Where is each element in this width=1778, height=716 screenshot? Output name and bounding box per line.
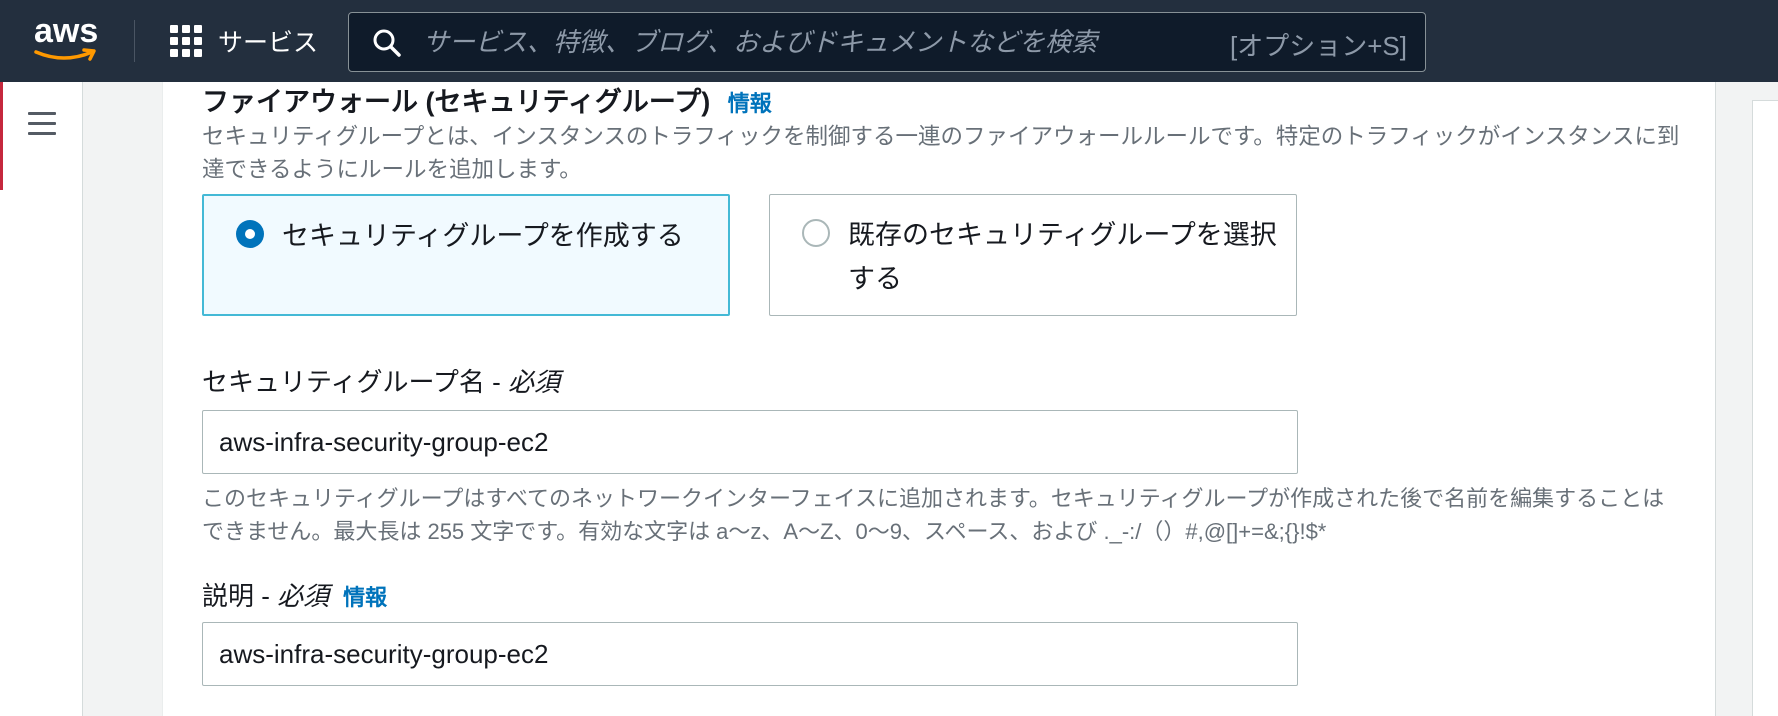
description-input[interactable] bbox=[202, 622, 1298, 686]
section-title: ファイアウォール (セキュリティグループ) 情報 bbox=[202, 80, 772, 119]
top-navigation-bar: aws サービス [オプション+S] bbox=[0, 0, 1778, 82]
nav-divider bbox=[134, 20, 135, 62]
global-search[interactable]: [オプション+S] bbox=[348, 12, 1426, 72]
services-menu-button[interactable]: サービス bbox=[170, 18, 318, 64]
search-icon bbox=[373, 29, 401, 57]
aws-logo-text: aws bbox=[34, 12, 99, 50]
section-description: セキュリティグループとは、インスタンスのトラフィックを制御する一連のファイアウォ… bbox=[202, 124, 1680, 182]
search-shortcut-hint: [オプション+S] bbox=[1230, 31, 1407, 61]
security-group-name-hint: このセキュリティグループはすべてのネットワークインターフェイスに追加されます。セ… bbox=[202, 486, 1665, 544]
hamburger-menu-icon[interactable] bbox=[28, 112, 56, 136]
description-info-link[interactable]: 情報 bbox=[343, 585, 387, 610]
aws-logo[interactable]: aws bbox=[34, 12, 104, 68]
aws-smile-icon bbox=[34, 48, 96, 61]
field-label-text: セキュリティグループ名 - bbox=[202, 367, 508, 397]
search-input[interactable] bbox=[423, 21, 1143, 63]
radio-unselected[interactable] bbox=[802, 219, 830, 247]
security-group-name-input[interactable] bbox=[202, 410, 1298, 474]
option-label: セキュリティグループを作成する bbox=[282, 221, 684, 251]
radio-selected[interactable] bbox=[236, 220, 264, 248]
side-nav-accent bbox=[0, 82, 3, 190]
required-marker: 必須 bbox=[277, 581, 330, 611]
description-label: 説明 - 必須 情報 bbox=[202, 576, 387, 613]
grid-icon bbox=[170, 25, 202, 57]
section-info-link[interactable]: 情報 bbox=[728, 91, 772, 116]
field-label-text: 説明 - bbox=[202, 581, 278, 611]
section-title-text: ファイアウォール (セキュリティグループ) bbox=[202, 87, 711, 117]
select-existing-security-group-option[interactable]: 既存のセキュリティグループを選択する bbox=[769, 194, 1297, 316]
option-label: 既存のセキュリティグループを選択する bbox=[848, 220, 1277, 294]
required-marker: 必須 bbox=[508, 367, 561, 397]
right-panel-edge bbox=[1752, 100, 1778, 716]
create-security-group-option[interactable]: セキュリティグループを作成する bbox=[202, 194, 730, 316]
security-group-name-label: セキュリティグループ名 - 必須 bbox=[202, 362, 560, 399]
side-navigation bbox=[0, 82, 83, 716]
services-label: サービス bbox=[218, 29, 319, 57]
